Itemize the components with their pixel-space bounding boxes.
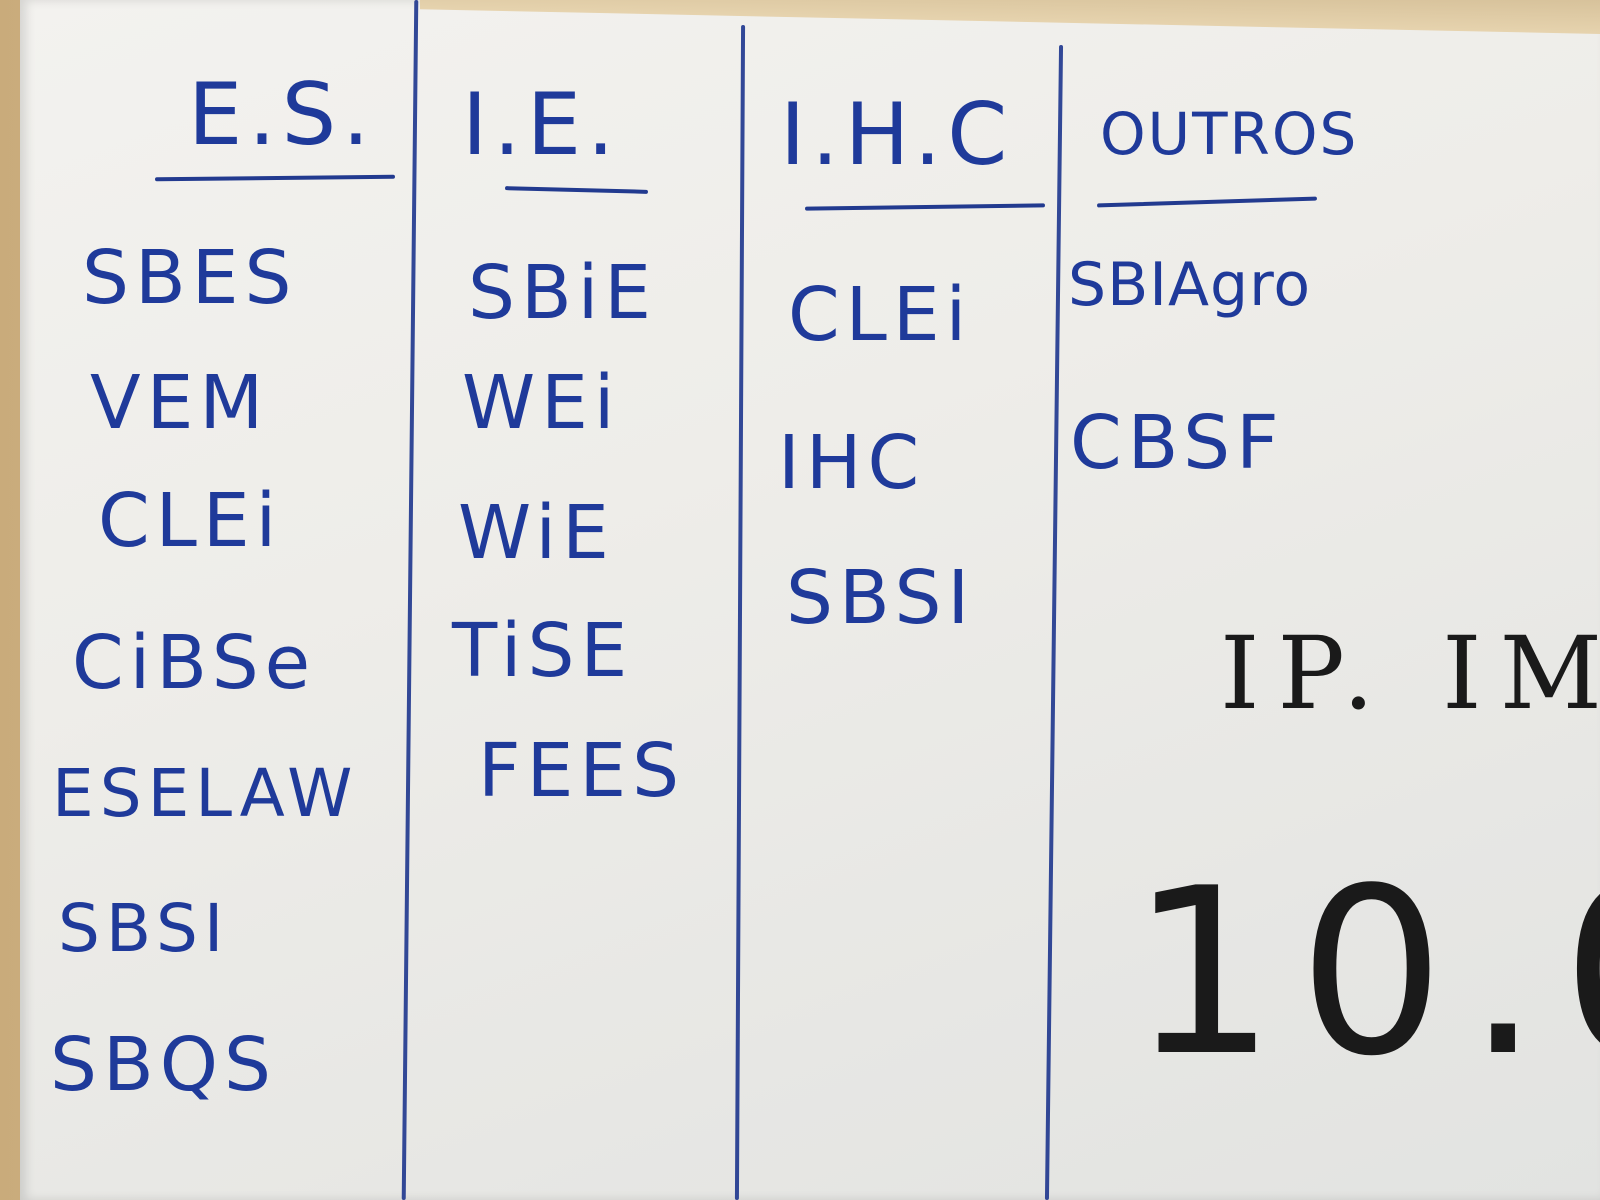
whiteboard-photo: E.S. SBES VEM CLEi CiBSe ESELAW SBSI SBQ… bbox=[0, 0, 1600, 1200]
list-item: IHC bbox=[778, 420, 926, 506]
column-header-es: E.S. bbox=[188, 65, 376, 165]
list-item: SBIAgro bbox=[1068, 250, 1312, 320]
list-item: CBSF bbox=[1070, 400, 1285, 486]
list-item: CiBSe bbox=[72, 620, 317, 706]
list-item: VEM bbox=[90, 360, 270, 446]
list-item: SBSI bbox=[58, 890, 230, 967]
list-item: CLEi bbox=[788, 272, 973, 358]
side-note-text: IP. IM bbox=[1220, 615, 1600, 732]
list-item: CLEi bbox=[98, 478, 283, 564]
list-item: WiE bbox=[458, 490, 615, 576]
column-header-ie: I.E. bbox=[462, 75, 621, 175]
list-item: ESELAW bbox=[52, 755, 359, 832]
list-item: FEES bbox=[478, 728, 686, 814]
list-item: SBSI bbox=[786, 555, 976, 641]
list-item: SBQS bbox=[50, 1022, 277, 1108]
column-header-outros: OUTROS bbox=[1100, 100, 1359, 168]
list-item: TiSE bbox=[452, 608, 634, 694]
list-item: WEi bbox=[462, 360, 621, 446]
column-header-ihc: I.H.C bbox=[780, 85, 1014, 185]
list-item: SBES bbox=[82, 235, 298, 321]
big-number-text: 10.0.. bbox=[1130, 840, 1600, 1107]
list-item: SBiE bbox=[468, 250, 658, 336]
